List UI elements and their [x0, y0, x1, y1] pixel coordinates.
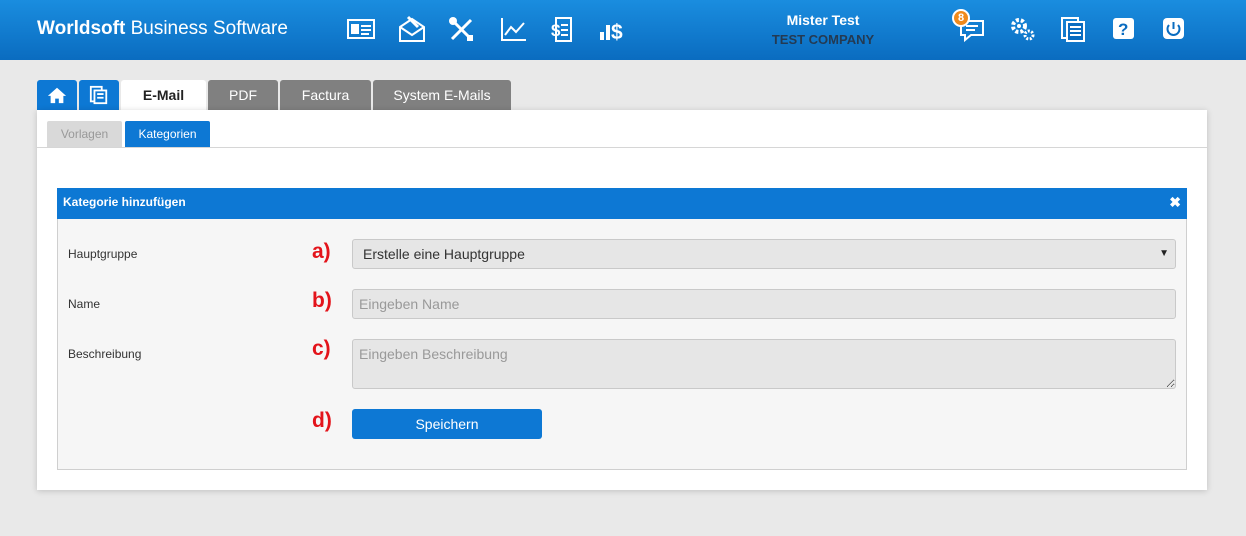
- beschreibung-textarea[interactable]: [352, 339, 1176, 389]
- hauptgruppe-select[interactable]: Erstelle eine Hauptgruppe ▼: [352, 239, 1176, 269]
- name-input[interactable]: [352, 289, 1176, 319]
- marker-b: b): [312, 289, 332, 312]
- dropdown-arrow-icon: ▼: [1159, 248, 1169, 259]
- marker-a: a): [312, 240, 331, 263]
- subtab-divider: [37, 147, 1207, 148]
- save-button[interactable]: Speichern: [352, 409, 542, 439]
- tab-pdf[interactable]: PDF: [208, 80, 278, 110]
- home-icon: [47, 87, 67, 104]
- close-icon[interactable]: ✖: [1169, 188, 1181, 217]
- tab-system-emails[interactable]: System E-Mails: [373, 80, 511, 110]
- tab-home[interactable]: [37, 80, 77, 110]
- statistics-chart-icon[interactable]: [496, 13, 530, 45]
- power-logout-icon[interactable]: [1156, 13, 1190, 45]
- marker-c: c): [312, 337, 331, 360]
- brand-bold-text: Worldsoft: [37, 18, 126, 39]
- svg-text:?: ?: [1118, 20, 1128, 39]
- user-name: Mister Test: [786, 12, 860, 28]
- brand-text: Business Software: [125, 18, 288, 39]
- top-header: Worldsoft Business Software $ $ Mister T…: [0, 0, 1246, 60]
- beschreibung-label: Beschreibung: [68, 347, 142, 361]
- user-info: Mister Test TEST COMPANY: [740, 12, 906, 47]
- svg-text:$: $: [551, 21, 561, 40]
- notification-badge: 8: [952, 9, 970, 27]
- contacts-card-icon[interactable]: [344, 13, 378, 45]
- app-brand: Worldsoft Business Software: [37, 18, 288, 40]
- tab-documents[interactable]: [79, 80, 119, 110]
- mail-edit-icon[interactable]: [395, 13, 429, 45]
- documents-stack-icon[interactable]: [1056, 13, 1090, 45]
- dialog-header: Kategorie hinzufügen ✖: [57, 188, 1187, 219]
- subtab-vorlagen[interactable]: Vorlagen: [47, 121, 122, 148]
- finance-bars-icon[interactable]: $: [596, 13, 630, 45]
- document-edit-icon: [89, 85, 108, 105]
- marker-d: d): [312, 409, 332, 432]
- invoice-dollar-icon[interactable]: $: [545, 13, 579, 45]
- tools-icon[interactable]: [445, 13, 479, 45]
- add-category-dialog: Kategorie hinzufügen ✖ Hauptgruppe a) Er…: [57, 188, 1187, 470]
- settings-gears-icon[interactable]: [1006, 13, 1040, 45]
- hauptgruppe-label: Hauptgruppe: [68, 247, 138, 261]
- help-question-icon[interactable]: ?: [1106, 13, 1140, 45]
- svg-text:$: $: [611, 21, 623, 43]
- content-panel: Vorlagen Kategorien Kategorie hinzufügen…: [37, 110, 1207, 490]
- tab-email[interactable]: E-Mail: [121, 80, 206, 111]
- dialog-title: Kategorie hinzufügen: [63, 195, 186, 209]
- company-name: TEST COMPANY: [771, 32, 875, 47]
- subtab-kategorien[interactable]: Kategorien: [125, 121, 210, 148]
- name-label: Name: [68, 297, 101, 311]
- hauptgruppe-selected-value: Erstelle eine Hauptgruppe: [363, 246, 525, 262]
- tab-factura[interactable]: Factura: [280, 80, 371, 110]
